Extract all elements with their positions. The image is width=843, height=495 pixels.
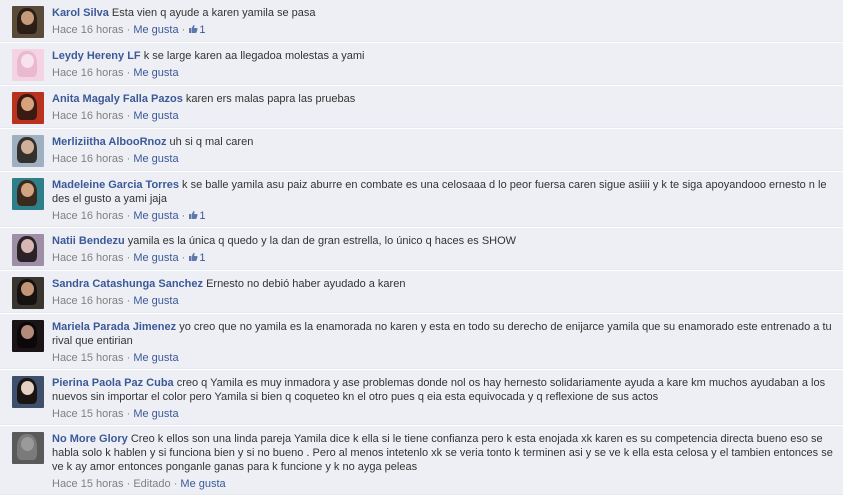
comment-item: No More Glory Creo k ellos son una linda… bbox=[0, 426, 843, 495]
comment-meta: Hace 16 horas · Me gusta bbox=[52, 67, 179, 79]
comment-author-link[interactable]: Karol Silva bbox=[52, 7, 109, 19]
comment-author-link[interactable]: Anita Magaly Falla Pazos bbox=[52, 93, 183, 105]
comment-timestamp: Hace 15 horas bbox=[52, 352, 124, 364]
comment-timestamp: Hace 15 horas bbox=[52, 408, 124, 420]
like-count-link[interactable]: 1 bbox=[188, 24, 205, 36]
comment-item: Sandra Catashunga Sanchez Ernesto no deb… bbox=[0, 271, 843, 313]
comment-timestamp: Hace 16 horas bbox=[52, 210, 124, 222]
like-button[interactable]: Me gusta bbox=[133, 153, 178, 165]
like-count-link[interactable]: 1 bbox=[188, 252, 205, 264]
avatar[interactable] bbox=[12, 320, 44, 352]
comment-timestamp: Hace 16 horas bbox=[52, 24, 124, 36]
comment-body: Anita Magaly Falla Pazos karen ers malas… bbox=[52, 91, 839, 123]
comment-text: uh si q mal caren bbox=[169, 136, 254, 148]
avatar[interactable] bbox=[12, 178, 44, 210]
like-button[interactable]: Me gusta bbox=[133, 110, 178, 122]
comment-body: Leydy Hereny LF k se large karen aa lleg… bbox=[52, 48, 839, 80]
comment-text: k se large karen aa llegadoa molestas a … bbox=[143, 50, 365, 62]
comment-meta: Hace 15 horas · Editado · Me gusta bbox=[52, 478, 226, 490]
comment-author-link[interactable]: Madeleine Garcia Torres bbox=[52, 179, 179, 191]
comment-text: karen ers malas papra las pruebas bbox=[185, 93, 356, 105]
thumbs-up-icon bbox=[188, 210, 198, 220]
comment-body: No More Glory Creo k ellos son una linda… bbox=[52, 431, 839, 491]
like-button[interactable]: Me gusta bbox=[133, 295, 178, 307]
avatar[interactable] bbox=[12, 277, 44, 309]
comment-body: Sandra Catashunga Sanchez Ernesto no deb… bbox=[52, 276, 839, 308]
comment-meta: Hace 16 horas · Me gusta bbox=[52, 295, 179, 307]
comment-meta: Hace 15 horas · Me gusta bbox=[52, 408, 179, 420]
avatar[interactable] bbox=[12, 432, 44, 464]
comment-meta: Hace 16 horas · Me gusta · 1 bbox=[52, 210, 206, 222]
comment-item: Natii Bendezu yamila es la única q quedo… bbox=[0, 228, 843, 270]
comment-meta: Hace 16 horas · Me gusta · 1 bbox=[52, 252, 206, 264]
like-button[interactable]: Me gusta bbox=[133, 252, 178, 264]
like-count: 1 bbox=[199, 210, 206, 222]
comment-meta: Hace 16 horas · Me gusta · 1 bbox=[52, 24, 206, 36]
thumbs-up-icon bbox=[188, 24, 198, 34]
comment-item: Anita Magaly Falla Pazos karen ers malas… bbox=[0, 86, 843, 128]
like-button[interactable]: Me gusta bbox=[133, 24, 178, 36]
comment-body: Madeleine Garcia Torres k se balle yamil… bbox=[52, 177, 839, 223]
comment-body: Karol Silva Esta vien q ayude a karen ya… bbox=[52, 5, 839, 37]
comment-text: yamila es la única q quedo y la dan de g… bbox=[127, 235, 517, 247]
comment-timestamp: Hace 16 horas bbox=[52, 252, 124, 264]
comment-author-link[interactable]: Leydy Hereny LF bbox=[52, 50, 141, 62]
comment-item: Pierina Paola Paz Cuba creo q Yamila es … bbox=[0, 370, 843, 425]
like-count: 1 bbox=[199, 252, 206, 264]
like-button[interactable]: Me gusta bbox=[133, 408, 178, 420]
comment-timestamp: Hace 16 horas bbox=[52, 67, 124, 79]
like-count: 1 bbox=[199, 24, 206, 36]
comment-text: Esta vien q ayude a karen yamila se pasa bbox=[111, 7, 316, 19]
comment-item: Merliziitha AlbooRnoz uh si q mal caren H… bbox=[0, 129, 843, 171]
comment-meta: Hace 16 horas · Me gusta bbox=[52, 153, 179, 165]
comment-author-link[interactable]: Natii Bendezu bbox=[52, 235, 125, 247]
comments-feed: Karol Silva Esta vien q ayude a karen ya… bbox=[0, 0, 843, 495]
thumbs-up-icon bbox=[188, 252, 198, 262]
like-button[interactable]: Me gusta bbox=[133, 352, 178, 364]
comment-meta: Hace 15 horas · Me gusta bbox=[52, 352, 179, 364]
comment-text: Creo k ellos son una linda pareja Yamila… bbox=[52, 433, 833, 473]
comment-author-link[interactable]: Mariela Parada Jimenez bbox=[52, 321, 176, 333]
comment-body: Natii Bendezu yamila es la única q quedo… bbox=[52, 233, 839, 265]
comment-meta: Hace 16 horas · Me gusta bbox=[52, 110, 179, 122]
like-button[interactable]: Me gusta bbox=[133, 67, 178, 79]
comment-item: Leydy Hereny LF k se large karen aa lleg… bbox=[0, 43, 843, 85]
comment-timestamp: Hace 16 horas bbox=[52, 153, 124, 165]
comment-timestamp: Hace 16 horas bbox=[52, 295, 124, 307]
avatar[interactable] bbox=[12, 6, 44, 38]
like-button[interactable]: Me gusta bbox=[133, 210, 178, 222]
comment-body: Merliziitha AlbooRnoz uh si q mal caren H… bbox=[52, 134, 839, 166]
comment-timestamp: Hace 16 horas bbox=[52, 110, 124, 122]
avatar[interactable] bbox=[12, 49, 44, 81]
like-count-link[interactable]: 1 bbox=[188, 210, 205, 222]
comment-item: Madeleine Garcia Torres k se balle yamil… bbox=[0, 172, 843, 227]
avatar[interactable] bbox=[12, 234, 44, 266]
avatar[interactable] bbox=[12, 135, 44, 167]
comment-author-link[interactable]: No More Glory bbox=[52, 433, 128, 445]
comment-text: Ernesto no debió haber ayudado a karen bbox=[206, 278, 406, 290]
comment-author-link[interactable]: Pierina Paola Paz Cuba bbox=[52, 377, 174, 389]
avatar[interactable] bbox=[12, 92, 44, 124]
avatar[interactable] bbox=[12, 376, 44, 408]
comment-item: Karol Silva Esta vien q ayude a karen ya… bbox=[0, 0, 843, 42]
comment-author-link[interactable]: Merliziitha AlbooRnoz bbox=[52, 136, 166, 148]
comment-body: Mariela Parada Jimenez yo creo que no ya… bbox=[52, 319, 839, 365]
comment-author-link[interactable]: Sandra Catashunga Sanchez bbox=[52, 278, 203, 290]
comment-body: Pierina Paola Paz Cuba creo q Yamila es … bbox=[52, 375, 839, 421]
comment-item: Mariela Parada Jimenez yo creo que no ya… bbox=[0, 314, 843, 369]
